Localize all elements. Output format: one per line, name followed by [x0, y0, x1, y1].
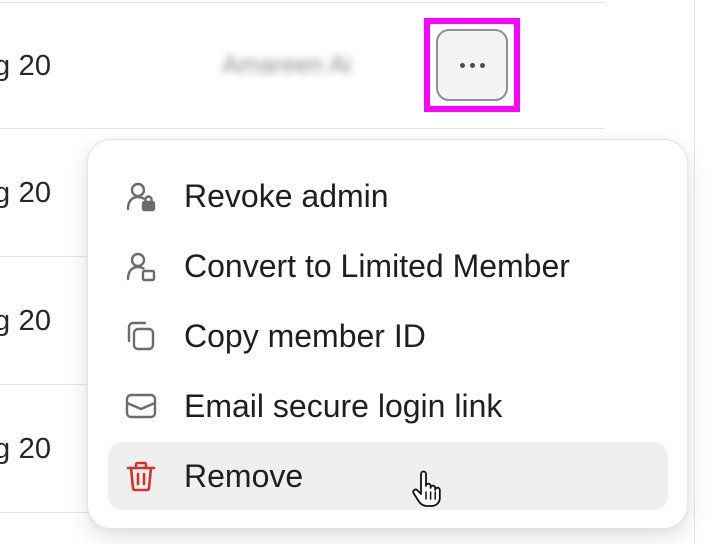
row-divider [0, 2, 605, 3]
row-date: g 20 [0, 305, 52, 337]
ellipsis-icon [459, 62, 465, 68]
more-actions-button[interactable] [436, 29, 508, 101]
ellipsis-dot [479, 62, 485, 68]
row-date: g 20 [0, 50, 52, 82]
menu-item-label: Remove [184, 457, 304, 494]
menu-item-revoke-admin[interactable]: Revoke admin [108, 162, 668, 230]
ellipsis-dot [469, 62, 475, 68]
user-lock-icon [124, 179, 158, 213]
menu-item-remove[interactable]: Remove [108, 442, 668, 510]
menu-item-label: Email secure login link [184, 387, 503, 424]
menu-item-label: Revoke admin [184, 177, 389, 214]
menu-item-label: Convert to Limited Member [184, 247, 570, 284]
copy-icon [124, 319, 158, 353]
menu-item-copy-member-id[interactable]: Copy member ID [108, 302, 668, 370]
menu-item-convert-limited[interactable]: Convert to Limited Member [108, 232, 668, 300]
row-divider [0, 128, 605, 129]
user-limited-icon [124, 249, 158, 283]
menu-item-email-login-link[interactable]: Email secure login link [108, 372, 668, 440]
row-date: g 20 [0, 433, 52, 465]
hand-pointer-icon [412, 470, 441, 507]
envelope-icon [124, 389, 158, 423]
page-right-border [694, 0, 695, 544]
menu-item-label: Copy member ID [184, 317, 426, 354]
trash-icon [124, 459, 158, 493]
member-name-blurred: Amareen Ai [222, 51, 352, 79]
member-actions-menu: Revoke admin Convert to Limited Member C… [87, 139, 688, 529]
row-date: g 20 [0, 177, 52, 209]
